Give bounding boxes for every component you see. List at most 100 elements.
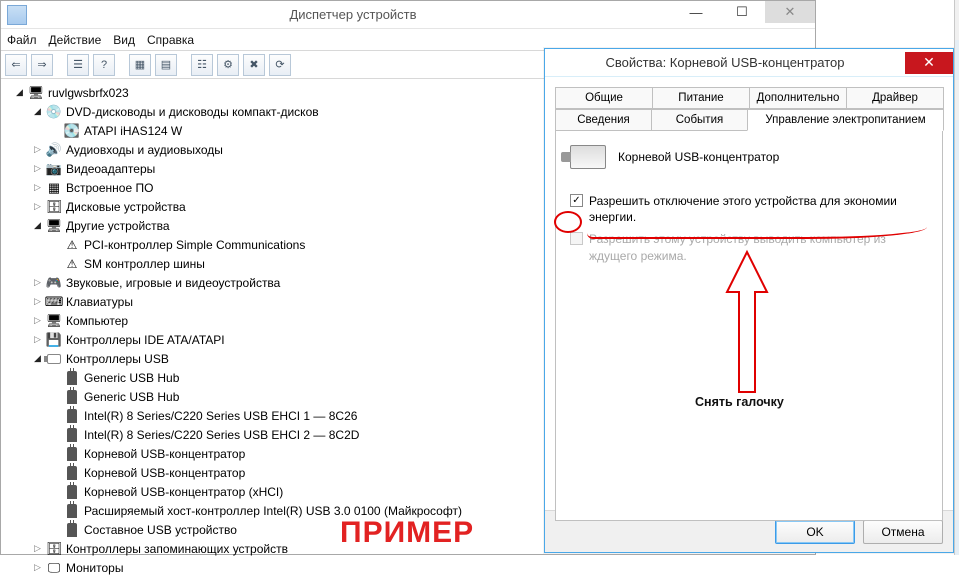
toolbar-forward-icon[interactable]: ⇒: [31, 54, 53, 76]
close-button[interactable]: ✕: [905, 52, 953, 74]
toolbar-scan-icon[interactable]: ⟳: [269, 54, 291, 76]
tree-label: Контроллеры USB: [66, 352, 169, 366]
tab-power-mgmt[interactable]: Управление электропитанием: [747, 109, 944, 131]
menu-action[interactable]: Действие: [49, 33, 102, 47]
expander-icon[interactable]: ▷: [33, 182, 42, 193]
system-icon: [7, 5, 27, 25]
tree-label: Мониторы: [66, 561, 123, 575]
expander-icon[interactable]: ▷: [33, 334, 42, 345]
toolbar-back-icon[interactable]: ⇐: [5, 54, 27, 76]
maximize-button[interactable]: ☐: [719, 1, 765, 23]
tree-label: PCI-контроллер Simple Communications: [84, 238, 305, 252]
toolbar-update-icon[interactable]: ⚙: [217, 54, 239, 76]
close-button[interactable]: ✕: [765, 1, 815, 23]
option-label: Разрешить отключение этого устройства дл…: [589, 193, 928, 225]
usb-icon: [47, 354, 61, 364]
usb-device-icon: [67, 390, 77, 404]
props-titlebar: Свойства: Корневой USB-концентратор ✕: [545, 49, 953, 77]
tab-general[interactable]: Общие: [555, 87, 653, 109]
tree-label: Intel(R) 8 Series/C220 Series USB EHCI 2…: [84, 428, 359, 442]
tree-label: Дисковые устройства: [66, 200, 186, 214]
tree-label: Generic USB Hub: [84, 371, 179, 385]
computer-icon: [46, 313, 62, 329]
tree-label: DVD-дисководы и дисководы компакт-дисков: [66, 105, 319, 119]
tree-monitors[interactable]: ▷ Мониторы: [15, 558, 815, 577]
usb-device-icon: [67, 466, 77, 480]
tree-label: Корневой USB-концентратор (xHCI): [84, 485, 283, 499]
toolbar-tree-icon[interactable]: ▤: [155, 54, 177, 76]
expander-icon[interactable]: ◢: [33, 353, 42, 364]
tree-label: Другие устройства: [66, 219, 170, 233]
expander-icon[interactable]: ◢: [33, 106, 42, 117]
expander-icon[interactable]: ▷: [33, 144, 42, 155]
tree-label: SM контроллер шины: [84, 257, 205, 271]
device-name: Корневой USB-концентратор: [618, 150, 779, 164]
expander-icon[interactable]: ▷: [33, 296, 42, 307]
tree-label: Контроллеры IDE ATA/ATAPI: [66, 333, 225, 347]
toolbar-help-icon[interactable]: ?: [93, 54, 115, 76]
tab-details[interactable]: Сведения: [555, 109, 652, 131]
dm-titlebar: Диспетчер устройств — ☐ ✕: [1, 1, 815, 29]
monitor-icon: [46, 560, 62, 576]
tree-label: Корневой USB-концентратор: [84, 466, 245, 480]
usb-device-icon: [67, 504, 77, 518]
expander-icon[interactable]: ◢: [33, 220, 42, 231]
tab-strip: Общие Питание Дополнительно Драйвер Свед…: [555, 87, 943, 131]
tree-label: Встроенное ПО: [66, 181, 153, 195]
expander-icon[interactable]: ◢: [15, 87, 24, 98]
usb-device-icon: [67, 371, 77, 385]
usb-device-icon: [67, 409, 77, 423]
tab-advanced[interactable]: Дополнительно: [749, 87, 847, 109]
expander-icon[interactable]: ▷: [33, 562, 42, 573]
computer-icon: [28, 85, 44, 101]
expander-icon[interactable]: ▷: [33, 315, 42, 326]
warning-icon: [64, 237, 80, 253]
menu-help[interactable]: Справка: [147, 33, 194, 47]
sound-icon: [46, 275, 62, 291]
tree-label: Intel(R) 8 Series/C220 Series USB EHCI 1…: [84, 409, 357, 423]
toolbar-props-icon[interactable]: ☷: [191, 54, 213, 76]
expander-icon[interactable]: ▷: [33, 543, 42, 554]
audio-icon: [46, 142, 62, 158]
tab-power[interactable]: Питание: [652, 87, 750, 109]
annotation-hint: Снять галочку: [695, 395, 784, 409]
storage-icon: [46, 541, 62, 557]
tab-page-power-mgmt: Корневой USB-концентратор Разрешить откл…: [555, 131, 943, 521]
toolbar-list-icon[interactable]: ▦: [129, 54, 151, 76]
drive-icon: [64, 123, 80, 139]
tree-label: Видеоадаптеры: [66, 162, 155, 176]
warning-icon: [64, 256, 80, 272]
cropped-edge: [954, 0, 959, 555]
tree-root-label: ruvlgwsbrfx023: [48, 86, 129, 100]
ok-button[interactable]: OK: [775, 520, 855, 544]
annotation-example: ПРИМЕР: [340, 516, 474, 550]
toolbar-uninstall-icon[interactable]: ✖: [243, 54, 265, 76]
minimize-button[interactable]: —: [673, 1, 719, 23]
menu-file[interactable]: Файл: [7, 33, 37, 47]
tab-driver[interactable]: Драйвер: [846, 87, 944, 109]
expander-icon[interactable]: ▷: [33, 163, 42, 174]
checkbox-allow-poweroff[interactable]: [570, 194, 583, 207]
usb-device-icon: [67, 523, 77, 537]
cancel-button[interactable]: Отмена: [863, 520, 943, 544]
usb-device-icon: [67, 428, 77, 442]
usb-device-icon: [67, 447, 77, 461]
tree-label: Звуковые, игровые и видеоустройства: [66, 276, 280, 290]
expander-icon[interactable]: ▷: [33, 277, 42, 288]
menu-view[interactable]: Вид: [113, 33, 135, 47]
tree-label: Компьютер: [66, 314, 128, 328]
tree-label: Аудиовходы и аудиовыходы: [66, 143, 223, 157]
other-icon: [46, 218, 62, 234]
tree-label: Составное USB устройство: [84, 523, 237, 537]
props-body: Общие Питание Дополнительно Драйвер Свед…: [545, 77, 953, 510]
props-title: Свойства: Корневой USB-концентратор: [545, 55, 905, 70]
dm-title: Диспетчер устройств: [33, 7, 673, 22]
expander-icon[interactable]: ▷: [33, 201, 42, 212]
option-allow-poweroff[interactable]: Разрешить отключение этого устройства дл…: [570, 193, 928, 225]
toolbar-view-icon[interactable]: ☰: [67, 54, 89, 76]
video-icon: [46, 161, 62, 177]
option-allow-wake: Разрешить этому устройству выводить комп…: [570, 231, 928, 263]
tab-events[interactable]: События: [651, 109, 748, 131]
tree-label: ATAPI iHAS124 W: [84, 124, 182, 138]
tree-label: Клавиатуры: [66, 295, 133, 309]
